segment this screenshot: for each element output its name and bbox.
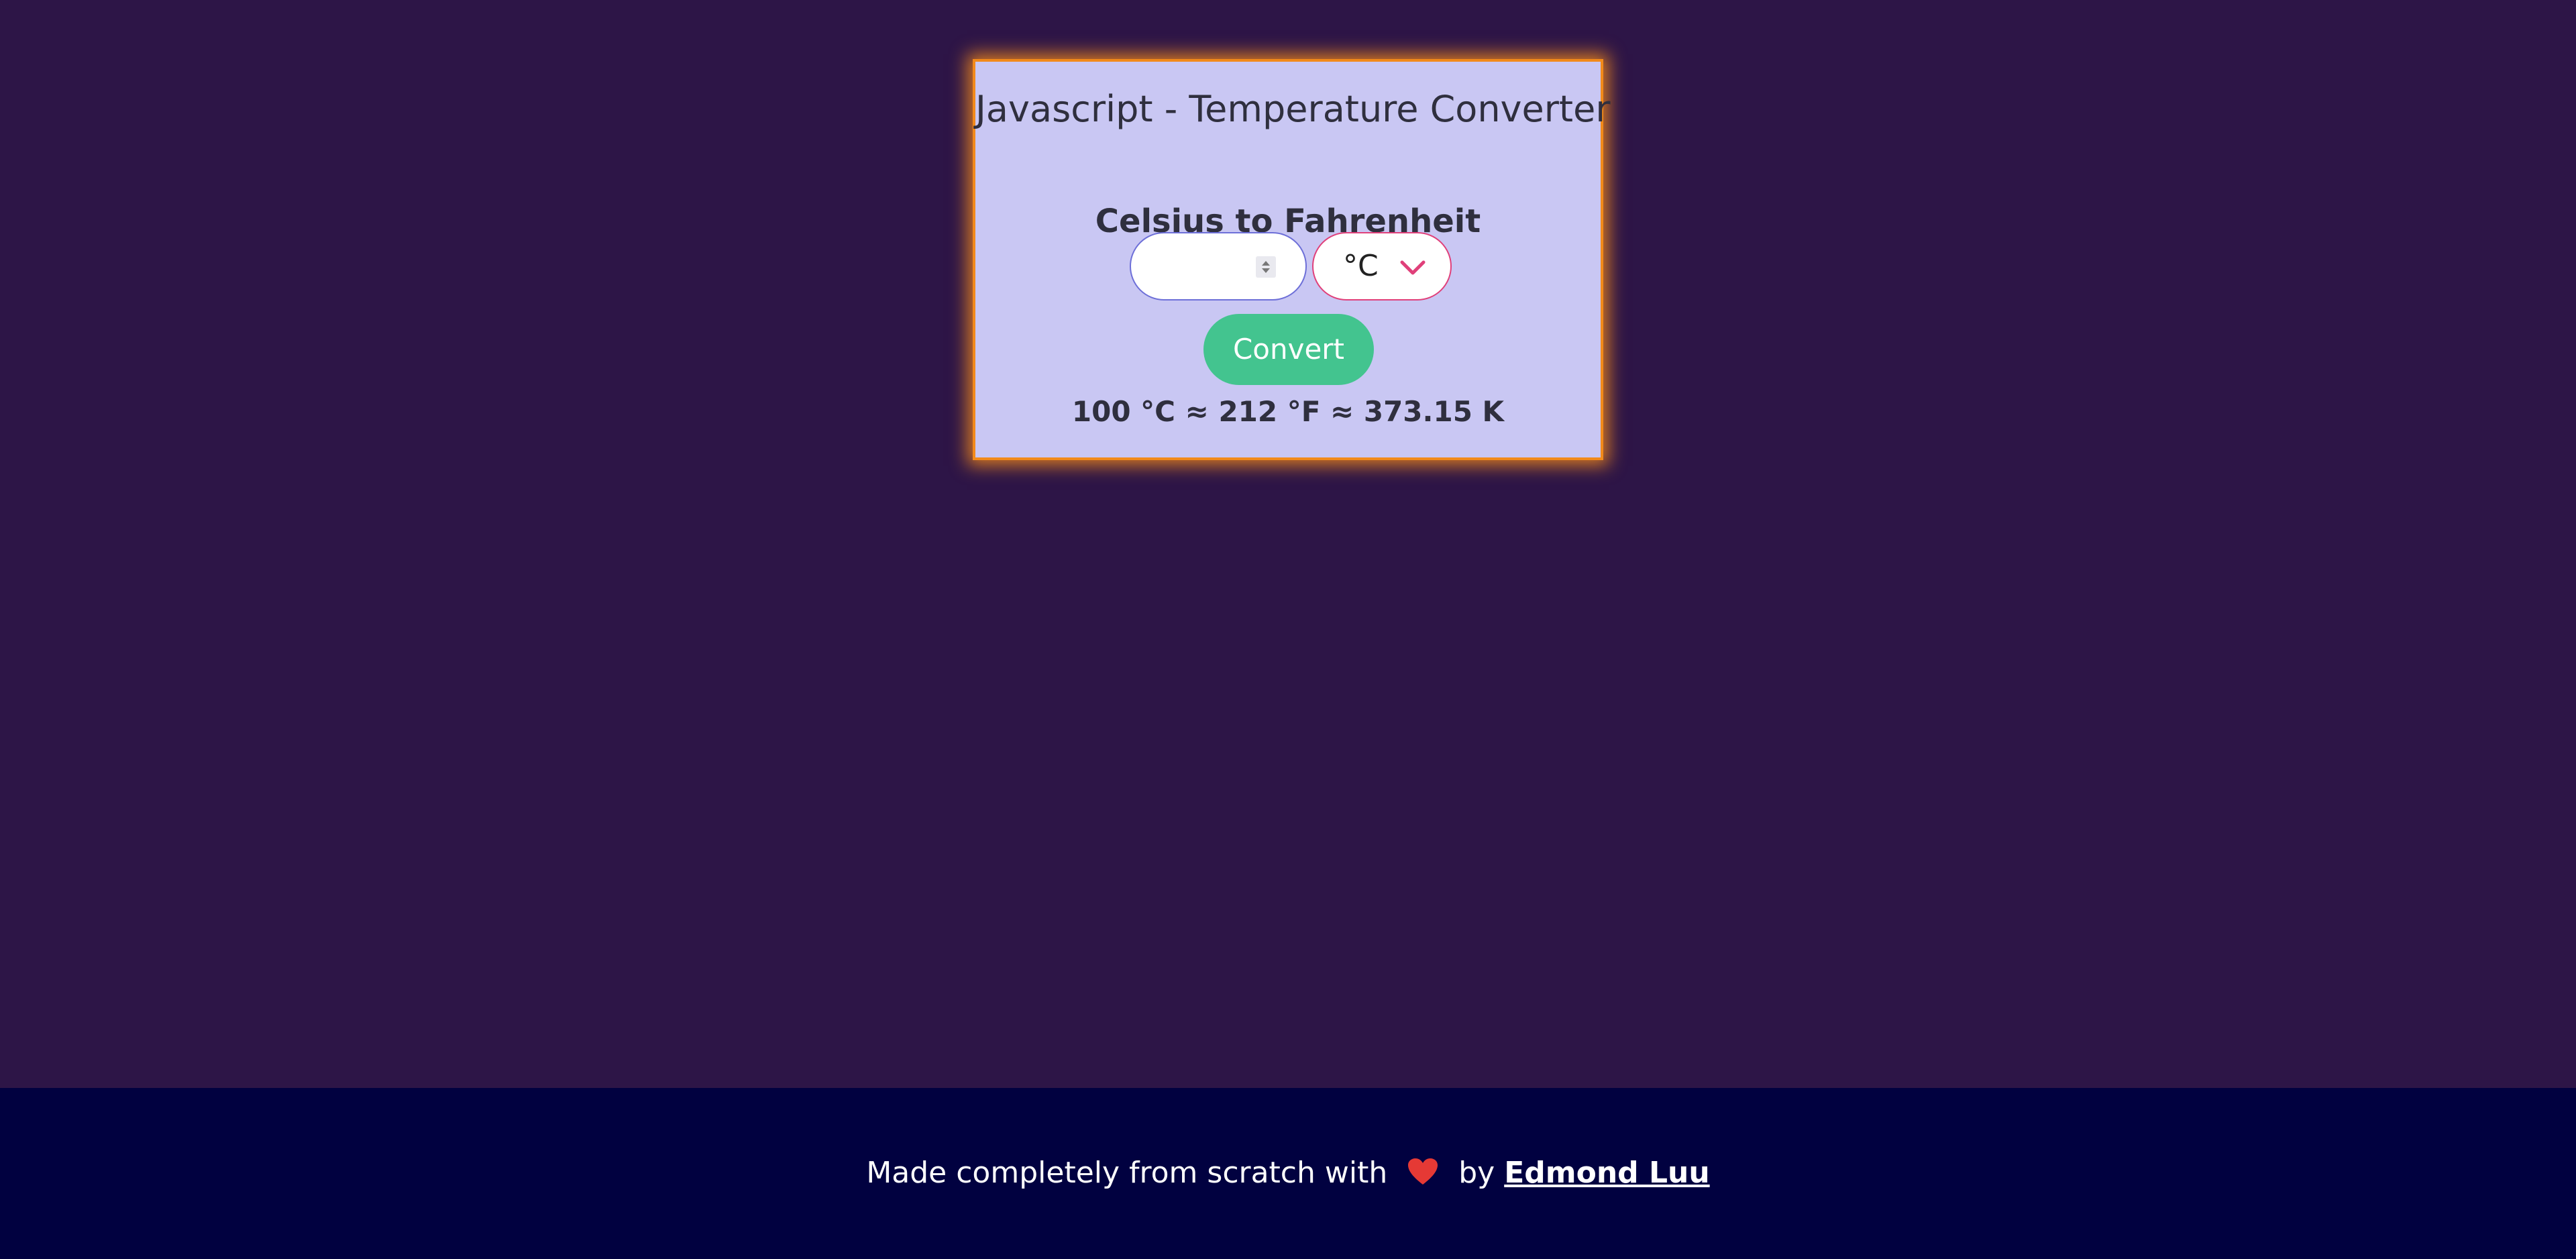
heart-icon: [1408, 1158, 1438, 1185]
temperature-input[interactable]: [1130, 232, 1307, 300]
spinner-up-icon[interactable]: [1262, 261, 1270, 266]
conversion-result: 100 °C ≈ 212 °F ≈ 373.15 K: [1071, 395, 1505, 428]
page-title: Javascript - Temperature Converter: [975, 88, 1611, 130]
chevron-down-icon: [1400, 260, 1426, 275]
spinner-down-icon[interactable]: [1262, 268, 1270, 273]
footer-by: by: [1458, 1156, 1495, 1190]
unit-select-value: °C: [1343, 249, 1379, 283]
footer-prefix: Made completely from scratch with: [866, 1156, 1388, 1190]
converter-card: Javascript - Temperature Converter Celsi…: [973, 59, 1611, 460]
unit-select[interactable]: °C: [1312, 232, 1452, 300]
main-area: Javascript - Temperature Converter Celsi…: [0, 0, 2576, 1088]
footer: Made completely from scratch with by Edm…: [0, 1088, 2576, 1259]
author-link[interactable]: Edmond Luu: [1504, 1156, 1709, 1190]
footer-credit: Made completely from scratch with by Edm…: [0, 1150, 2576, 1197]
number-spinner-icon[interactable]: [1256, 256, 1276, 278]
convert-button[interactable]: Convert: [1203, 314, 1374, 385]
